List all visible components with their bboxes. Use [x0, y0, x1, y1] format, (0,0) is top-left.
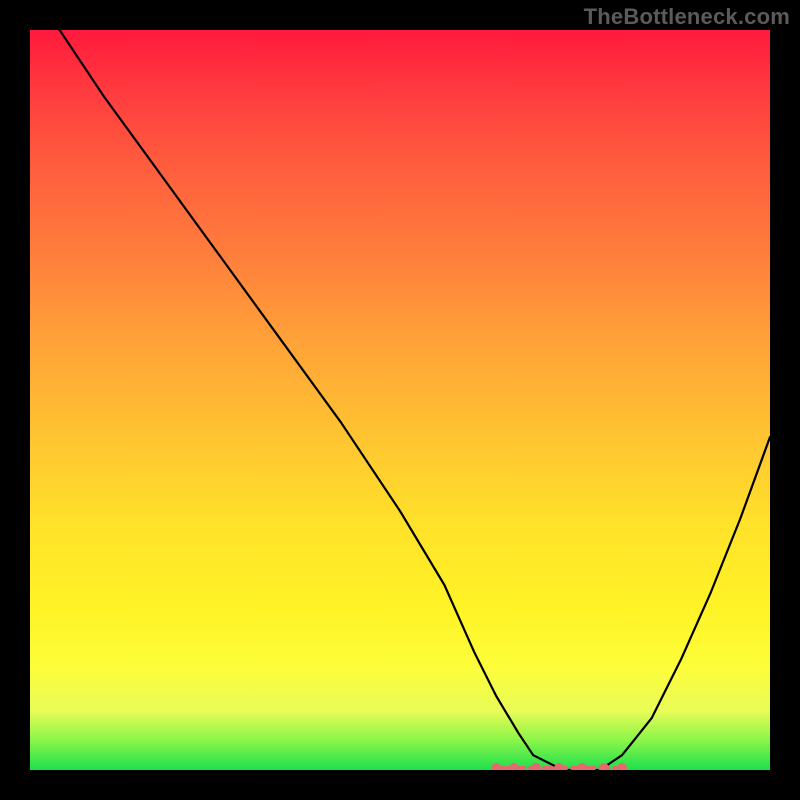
curve-svg [30, 30, 770, 770]
chart-container: TheBottleneck.com [0, 0, 800, 800]
watermark-text: TheBottleneck.com [584, 4, 790, 30]
gradient-plot-area [30, 30, 770, 770]
highlight-dots [491, 763, 627, 770]
bottleneck-curve-line [30, 30, 770, 770]
